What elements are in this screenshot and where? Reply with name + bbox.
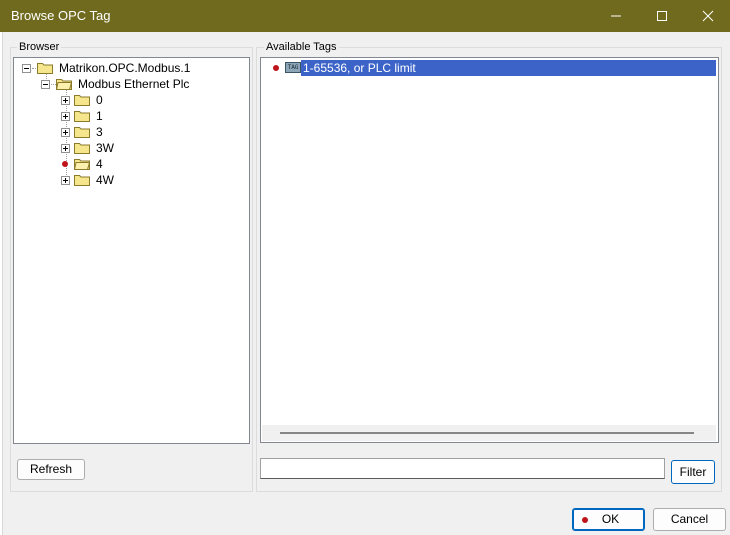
close-button[interactable]: [684, 0, 730, 32]
expand-icon[interactable]: [61, 176, 70, 185]
tree-node-label: 3: [96, 125, 103, 139]
expand-icon[interactable]: [61, 144, 70, 153]
tree-node-label: Modbus Ethernet Plc: [78, 77, 190, 91]
current-marker-icon: [582, 517, 588, 523]
refresh-button-label: Refresh: [29, 462, 73, 476]
cancel-button[interactable]: Cancel: [653, 508, 726, 531]
expand-icon[interactable]: [61, 96, 70, 105]
maximize-icon: [657, 11, 667, 21]
expand-icon[interactable]: [61, 128, 70, 137]
tree-node-label: 1: [96, 109, 103, 123]
folder-icon: [74, 143, 90, 154]
tags-list[interactable]: [260, 57, 719, 443]
folder-open-icon: [56, 79, 72, 90]
browser-group-label: Browser: [17, 41, 62, 53]
tree-node-label: Matrikon.OPC.Modbus.1: [59, 61, 191, 75]
tags-group-label: Available Tags: [264, 41, 339, 53]
tree-node-plc[interactable]: Modbus Ethernet Plc: [41, 76, 241, 92]
browser-tree[interactable]: Matrikon.OPC.Modbus.1 Modbus Ethernet Pl…: [13, 57, 250, 444]
window-edge: [0, 32, 3, 535]
ok-button[interactable]: OK: [572, 508, 645, 531]
collapse-icon[interactable]: [22, 64, 31, 73]
tree-node-label: 4: [96, 157, 103, 171]
tag-icon-text: TAG: [287, 64, 299, 71]
title-bar: Browse OPC Tag: [0, 0, 730, 32]
folder-icon: [74, 175, 90, 186]
filter-button[interactable]: Filter: [671, 460, 715, 484]
tag-list-item-label: 1-65536, or PLC limit: [303, 61, 416, 75]
expand-icon[interactable]: [61, 112, 70, 121]
scrollbar-thumb[interactable]: [280, 432, 694, 434]
horizontal-scrollbar[interactable]: [262, 425, 716, 441]
close-icon: [702, 10, 714, 22]
tree-node-label: 0: [96, 93, 103, 107]
tree-node-item[interactable]: 3: [61, 124, 181, 140]
tag-icon: TAG: [285, 62, 301, 73]
folder-icon: [74, 95, 90, 106]
folder-open-icon: [74, 159, 90, 170]
tree-node-item[interactable]: 4W: [61, 172, 181, 188]
tree-node-item[interactable]: 4: [61, 156, 181, 172]
window-title: Browse OPC Tag: [11, 8, 111, 23]
maximize-button[interactable]: [638, 0, 684, 32]
refresh-button[interactable]: Refresh: [17, 459, 85, 480]
tree-node-root[interactable]: Matrikon.OPC.Modbus.1: [22, 60, 222, 76]
minimize-icon: [611, 15, 621, 17]
tree-node-item[interactable]: 3W: [61, 140, 181, 156]
tree-node-item[interactable]: 0: [61, 92, 181, 108]
tree-node-label: 3W: [96, 141, 114, 155]
collapse-icon[interactable]: [41, 80, 50, 89]
current-marker-icon: [273, 65, 279, 71]
tree-node-label: 4W: [96, 173, 114, 187]
folder-icon: [74, 111, 90, 122]
folder-open-icon: [37, 63, 53, 74]
minimize-button[interactable]: [592, 0, 638, 32]
tree-node-item[interactable]: 1: [61, 108, 181, 124]
cancel-button-label: Cancel: [670, 512, 709, 526]
tag-list-item-selected[interactable]: 1-65536, or PLC limit: [301, 60, 716, 76]
ok-button-label: OK: [601, 512, 620, 526]
filter-input[interactable]: [260, 458, 665, 479]
folder-icon: [74, 127, 90, 138]
filter-button-label: Filter: [679, 465, 707, 479]
current-marker-icon: [62, 161, 68, 167]
